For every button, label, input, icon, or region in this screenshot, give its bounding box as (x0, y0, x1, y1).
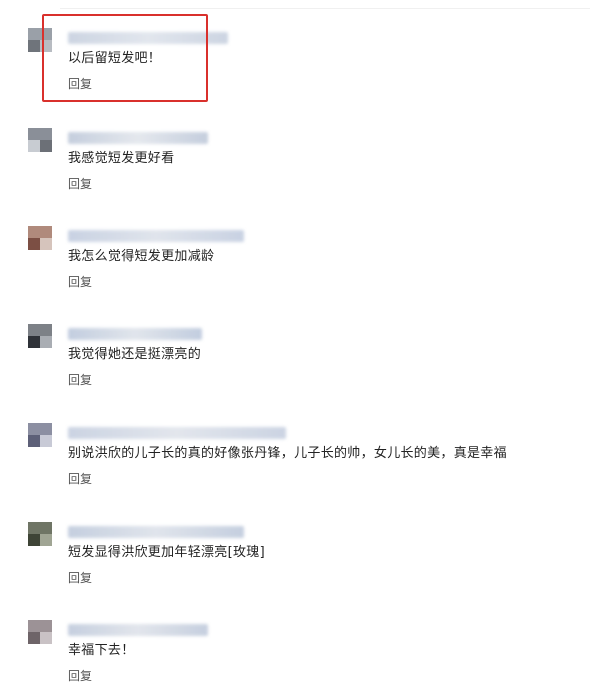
avatar-tile (28, 423, 52, 435)
avatar-tile (28, 128, 52, 140)
avatar-tile (28, 632, 40, 644)
comment-text: 短发显得洪欣更加年轻漂亮[玫瑰] (68, 545, 265, 560)
comment-text: 我怎么觉得短发更加减龄 (68, 249, 215, 264)
comment-item: 我怎么觉得短发更加减龄 回复 (28, 226, 588, 306)
reply-button[interactable]: 回复 (68, 372, 92, 388)
reply-button[interactable]: 回复 (68, 668, 92, 684)
avatar[interactable] (28, 128, 52, 152)
comment-item: 短发显得洪欣更加年轻漂亮[玫瑰] 回复 (28, 522, 588, 602)
comment-text: 我觉得她还是挺漂亮的 (68, 347, 202, 362)
comment-list: 以后留短发吧！ 回复 我感觉短发更好看 回复 我怎么觉得短发更加减龄 回复 我觉… (0, 0, 600, 690)
avatar-tile (40, 238, 52, 250)
avatar-tile (40, 140, 52, 152)
comment-text: 别说洪欣的儿子长的真的好像张丹锋，儿子长的帅，女儿长的美，真是幸福 (68, 446, 507, 461)
avatar-tile (28, 522, 52, 534)
avatar[interactable] (28, 423, 52, 447)
avatar-tile (28, 620, 52, 632)
avatar-tile (28, 226, 52, 238)
avatar-tile (40, 632, 52, 644)
avatar-tile (28, 324, 52, 336)
avatar[interactable] (28, 522, 52, 546)
avatar-tile (40, 534, 52, 546)
avatar-tile (40, 435, 52, 447)
reply-button[interactable]: 回复 (68, 471, 92, 487)
avatar[interactable] (28, 620, 52, 644)
nickname-blurred (68, 328, 202, 340)
reply-button[interactable]: 回复 (68, 176, 92, 192)
nickname-blurred (68, 132, 208, 144)
avatar-tile (40, 336, 52, 348)
comment-item: 幸福下去！ 回复 (28, 620, 588, 700)
reply-button[interactable]: 回复 (68, 570, 92, 586)
comment-item: 我感觉短发更好看 回复 (28, 128, 588, 208)
avatar[interactable] (28, 226, 52, 250)
comment-text: 我感觉短发更好看 (68, 151, 175, 166)
avatar-tile (28, 435, 40, 447)
avatar-tile (28, 238, 40, 250)
nickname-blurred (68, 624, 208, 636)
highlight-box (42, 14, 208, 102)
nickname-blurred (68, 526, 244, 538)
avatar[interactable] (28, 324, 52, 348)
nickname-blurred (68, 230, 244, 242)
avatar-tile (28, 40, 40, 52)
comment-item: 我觉得她还是挺漂亮的 回复 (28, 324, 588, 404)
avatar-tile (28, 140, 40, 152)
nickname-blurred (68, 427, 286, 439)
avatar-tile (28, 534, 40, 546)
avatar-tile (28, 336, 40, 348)
comment-item: 别说洪欣的儿子长的真的好像张丹锋，儿子长的帅，女儿长的美，真是幸福 回复 (28, 423, 588, 503)
reply-button[interactable]: 回复 (68, 274, 92, 290)
comment-text: 幸福下去！ (68, 643, 135, 658)
